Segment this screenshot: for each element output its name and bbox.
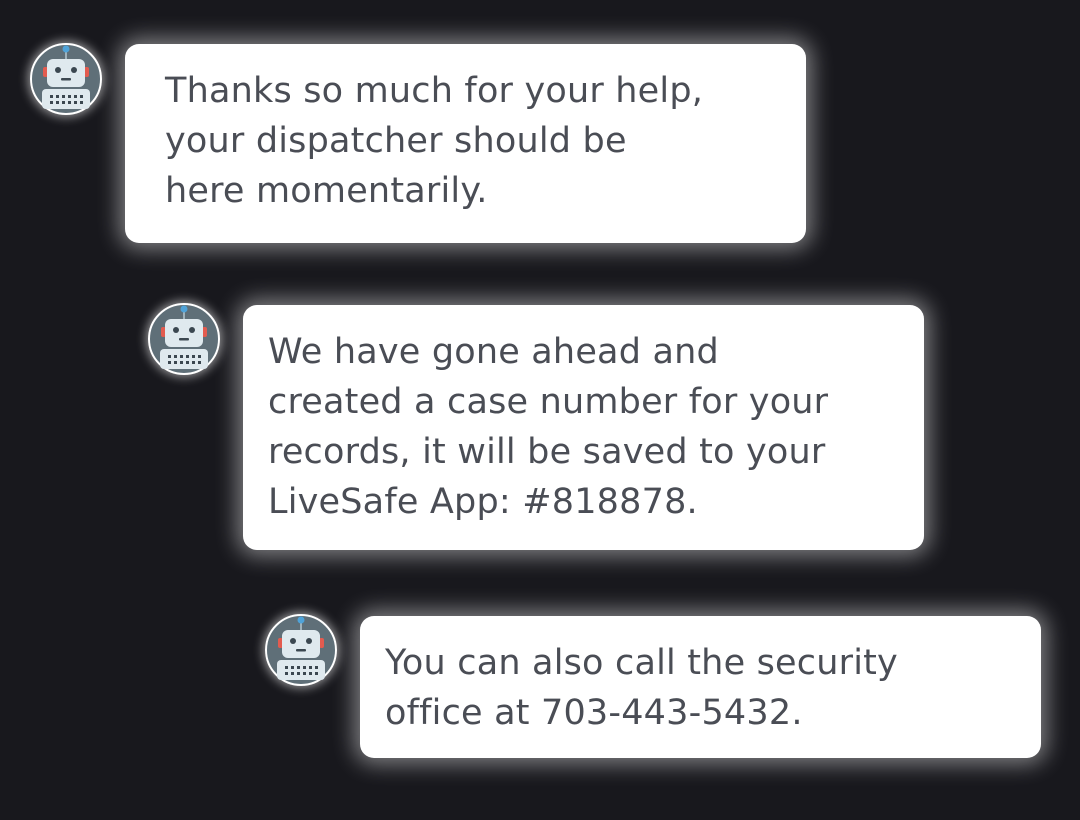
robot-icon [265,614,337,686]
message-text-line: records, it will be saved to your [268,432,826,472]
message-text-line: We have gone ahead and [268,332,719,372]
message-bubble: You can also call the security office at… [360,616,1041,758]
chat-thread: Thanks so much for your help, your dispa… [0,0,1080,820]
message-bubble: Thanks so much for your help, your dispa… [125,44,806,243]
message-text-line: office at 703-443-5432. [385,693,803,733]
message-text-line: Thanks so much for your help, [165,71,704,111]
bot-avatar [148,303,220,375]
message-text-line: created a case number for your [268,382,829,422]
robot-icon [148,303,220,375]
message-bubble: We have gone ahead and created a case nu… [243,305,924,550]
message-text-line: your dispatcher should be [165,121,627,161]
robot-icon [30,43,102,115]
message-text-line: here momentarily. [165,171,488,211]
bot-avatar [30,43,102,115]
bot-avatar [265,614,337,686]
message-text-line: You can also call the security [385,643,898,683]
message-text-line: LiveSafe App: #818878. [268,482,698,522]
